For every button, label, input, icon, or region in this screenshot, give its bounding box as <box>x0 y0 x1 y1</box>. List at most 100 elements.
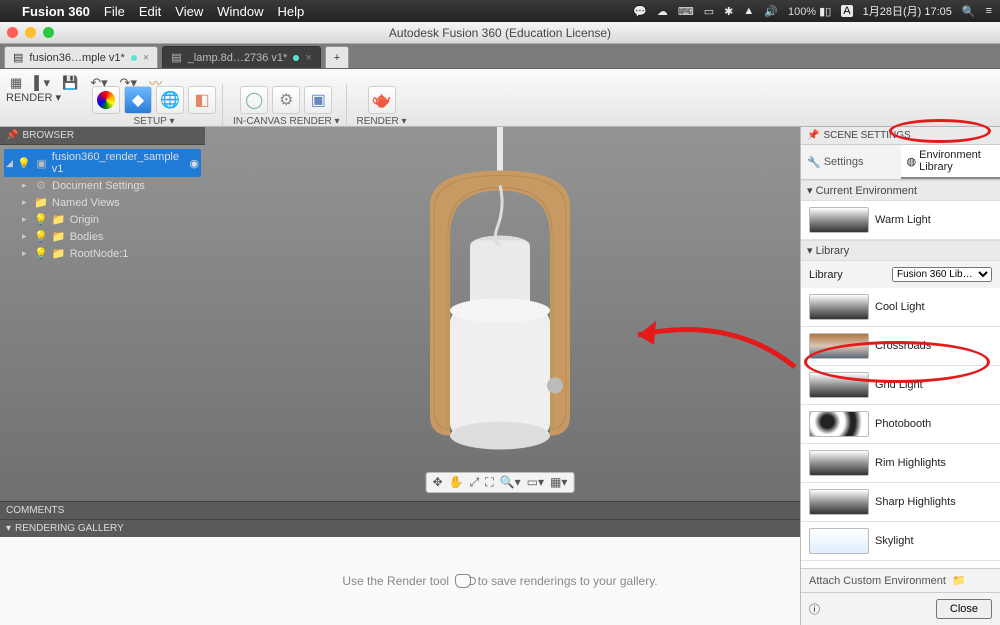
expand-caret-icon[interactable]: ▸ <box>22 180 30 191</box>
window-traffic-lights[interactable] <box>7 27 54 38</box>
ribbon-group-render: 🫖 RENDER ▾ <box>351 84 413 129</box>
file-menu-icon[interactable]: ▌▾ <box>34 75 50 91</box>
browser-node-label: RootNode:1 <box>70 248 129 260</box>
library-select[interactable]: Fusion 360 Lib… <box>892 267 992 282</box>
section-library[interactable]: ▾ Library <box>801 240 1000 261</box>
browser-node[interactable]: ▸ 💡 📁 Origin <box>20 211 201 228</box>
orbit-icon[interactable]: ✥ <box>433 475 443 490</box>
attach-custom-environment[interactable]: Attach Custom Environment 📁 <box>801 568 1000 592</box>
ribbon-group-incanvas: ◯ ⚙︎ ▣ IN-CANVAS RENDER ▾ <box>227 84 347 129</box>
incanvas-render-icon[interactable]: ◯ <box>240 86 268 114</box>
gallery-hint: Use the Render tool to save renderings t… <box>342 574 657 589</box>
visibility-bulb-icon[interactable]: 💡 <box>34 230 48 243</box>
document-tab-inactive[interactable]: ▤ _lamp.8d…2736 v1* × <box>162 46 321 68</box>
menubar-app-name[interactable]: Fusion 360 <box>22 4 90 19</box>
doc-tab-dirty-icon <box>131 55 137 61</box>
info-icon[interactable]: ⓘ <box>809 601 820 617</box>
menubar-item-edit[interactable]: Edit <box>139 4 161 19</box>
doc-tab-icon: ▤ <box>171 51 181 64</box>
status-line-icon: 💬 <box>633 5 647 18</box>
environment-item-crossroads[interactable]: Crossroads <box>801 327 1000 366</box>
menubar-item-file[interactable]: File <box>104 4 125 19</box>
environment-item-sharp-highlights[interactable]: Sharp Highlights <box>801 483 1000 522</box>
status-spotlight-icon[interactable]: 🔍 <box>962 5 976 18</box>
ribbon-group-label[interactable]: SETUP ▾ <box>134 116 175 127</box>
browser-root-node[interactable]: ◢ 💡 ▣ fusion360_render_sample v1 ◉ <box>4 149 201 177</box>
zoom-window-icon[interactable]: 🔍▾ <box>500 475 521 490</box>
attach-label: Attach Custom Environment <box>809 575 946 587</box>
document-tab-active[interactable]: ▤ fusion36…mple v1* × <box>4 46 158 68</box>
browser-node-label: Bodies <box>70 231 104 243</box>
zoom-icon[interactable]: ⤢ <box>470 475 480 490</box>
collapse-caret-icon[interactable]: ▾ <box>6 523 11 534</box>
expand-caret-icon[interactable]: ▸ <box>22 248 30 259</box>
browser-node[interactable]: ▸ 💡 📁 RootNode:1 <box>20 245 201 262</box>
top-toolbar: ▦ ▌▾ 💾 ↶▾ ↷▾ 〰︎ RENDER ▾ ◆ 🌐 ◧ SETUP ▾ ◯… <box>0 69 1000 127</box>
quick-access-toolbar: ▦ ▌▾ 💾 ↶▾ ↷▾ 〰︎ <box>0 73 172 93</box>
expand-caret-icon[interactable]: ▸ <box>22 231 30 242</box>
brush-icon[interactable]: 〰︎ <box>149 73 162 92</box>
pin-icon[interactable]: 📌 <box>807 130 819 141</box>
window-zoom-button[interactable] <box>43 27 54 38</box>
status-bluetooth-icon: ✱ <box>724 5 733 18</box>
visibility-bulb-icon[interactable]: 💡 <box>34 247 48 260</box>
environment-list[interactable]: Cool Light Crossroads Grid Light Photobo… <box>801 288 1000 568</box>
tab-settings[interactable]: 🔧 Settings <box>801 145 901 179</box>
ribbon-group-label[interactable]: IN-CANVAS RENDER ▾ <box>233 116 340 127</box>
display-settings-icon[interactable]: ▭▾ <box>527 475 544 490</box>
grid-settings-icon[interactable]: ▦▾ <box>550 475 567 490</box>
browser-node-label: Origin <box>70 214 99 226</box>
environment-item-grid-light[interactable]: Grid Light <box>801 366 1000 405</box>
undo-icon[interactable]: ↶▾ <box>90 75 107 91</box>
incanvas-settings-icon[interactable]: ⚙︎ <box>272 86 300 114</box>
browser-node[interactable]: ▸ ⚙︎ Document Settings <box>20 177 201 194</box>
current-environment-item[interactable]: Warm Light <box>801 201 1000 240</box>
scene-settings-panel: 📌 SCENE SETTINGS 🔧 Settings ◍ Environmen… <box>800 127 1000 625</box>
teapot-icon <box>455 574 471 588</box>
doc-tab-close-icon[interactable]: × <box>305 52 311 64</box>
visibility-bulb-icon[interactable]: 💡 <box>17 157 31 170</box>
env-name: Crossroads <box>875 340 931 352</box>
environment-item-photobooth[interactable]: Photobooth <box>801 405 1000 444</box>
menubar-item-help[interactable]: Help <box>277 4 304 19</box>
new-document-button[interactable]: + <box>325 46 349 68</box>
env-thumb <box>809 207 869 233</box>
folder-icon[interactable]: 📁 <box>952 574 966 587</box>
browser-node[interactable]: ▸ 📁 Named Views <box>20 194 201 211</box>
section-current-environment[interactable]: ▾ Current Environment <box>801 180 1000 201</box>
comments-title: COMMENTS <box>6 505 64 516</box>
expand-caret-icon[interactable]: ▸ <box>22 214 30 225</box>
browser-node[interactable]: ▸ 💡 📁 Bodies <box>20 228 201 245</box>
close-button[interactable]: Close <box>936 599 992 619</box>
window-close-button[interactable] <box>7 27 18 38</box>
capture-image-icon[interactable]: ▣ <box>304 86 332 114</box>
ribbon-group-label[interactable]: RENDER ▾ <box>357 116 407 127</box>
folder-icon: 📁 <box>52 213 66 226</box>
expand-caret-icon[interactable]: ▸ <box>22 197 30 208</box>
status-battery: 100% ▮▯ <box>788 5 831 18</box>
redo-icon[interactable]: ↷▾ <box>120 75 137 91</box>
visibility-bulb-icon[interactable]: 💡 <box>34 213 48 226</box>
browser-header[interactable]: 📌 BROWSER <box>0 127 205 145</box>
doc-tab-close-icon[interactable]: × <box>143 52 149 64</box>
data-panel-icon[interactable]: ▦ <box>10 75 22 91</box>
expand-caret-icon[interactable]: ◢ <box>6 158 13 169</box>
menubar-item-view[interactable]: View <box>175 4 203 19</box>
status-volume-icon: 🔊 <box>764 5 778 18</box>
environment-item-cool-light[interactable]: Cool Light <box>801 288 1000 327</box>
env-name: Cool Light <box>875 301 925 313</box>
render-icon[interactable]: 🫖 <box>368 86 396 114</box>
decal-icon[interactable]: ◧ <box>188 86 216 114</box>
fit-icon[interactable]: ⛶ <box>485 475 493 490</box>
window-minimize-button[interactable] <box>25 27 36 38</box>
menubar-item-window[interactable]: Window <box>217 4 263 19</box>
pin-icon[interactable]: 📌 <box>6 130 18 141</box>
pan-icon[interactable]: ✋ <box>449 475 464 490</box>
environment-item-skylight[interactable]: Skylight <box>801 522 1000 561</box>
tab-environment-library[interactable]: ◍ Environment Library <box>901 145 1000 179</box>
browser-node-label: Named Views <box>52 197 120 209</box>
status-notifications-icon[interactable]: ≡ <box>986 5 992 17</box>
radio-icon[interactable]: ◉ <box>189 157 199 170</box>
save-icon[interactable]: 💾 <box>62 75 78 91</box>
environment-item-rim-highlights[interactable]: Rim Highlights <box>801 444 1000 483</box>
